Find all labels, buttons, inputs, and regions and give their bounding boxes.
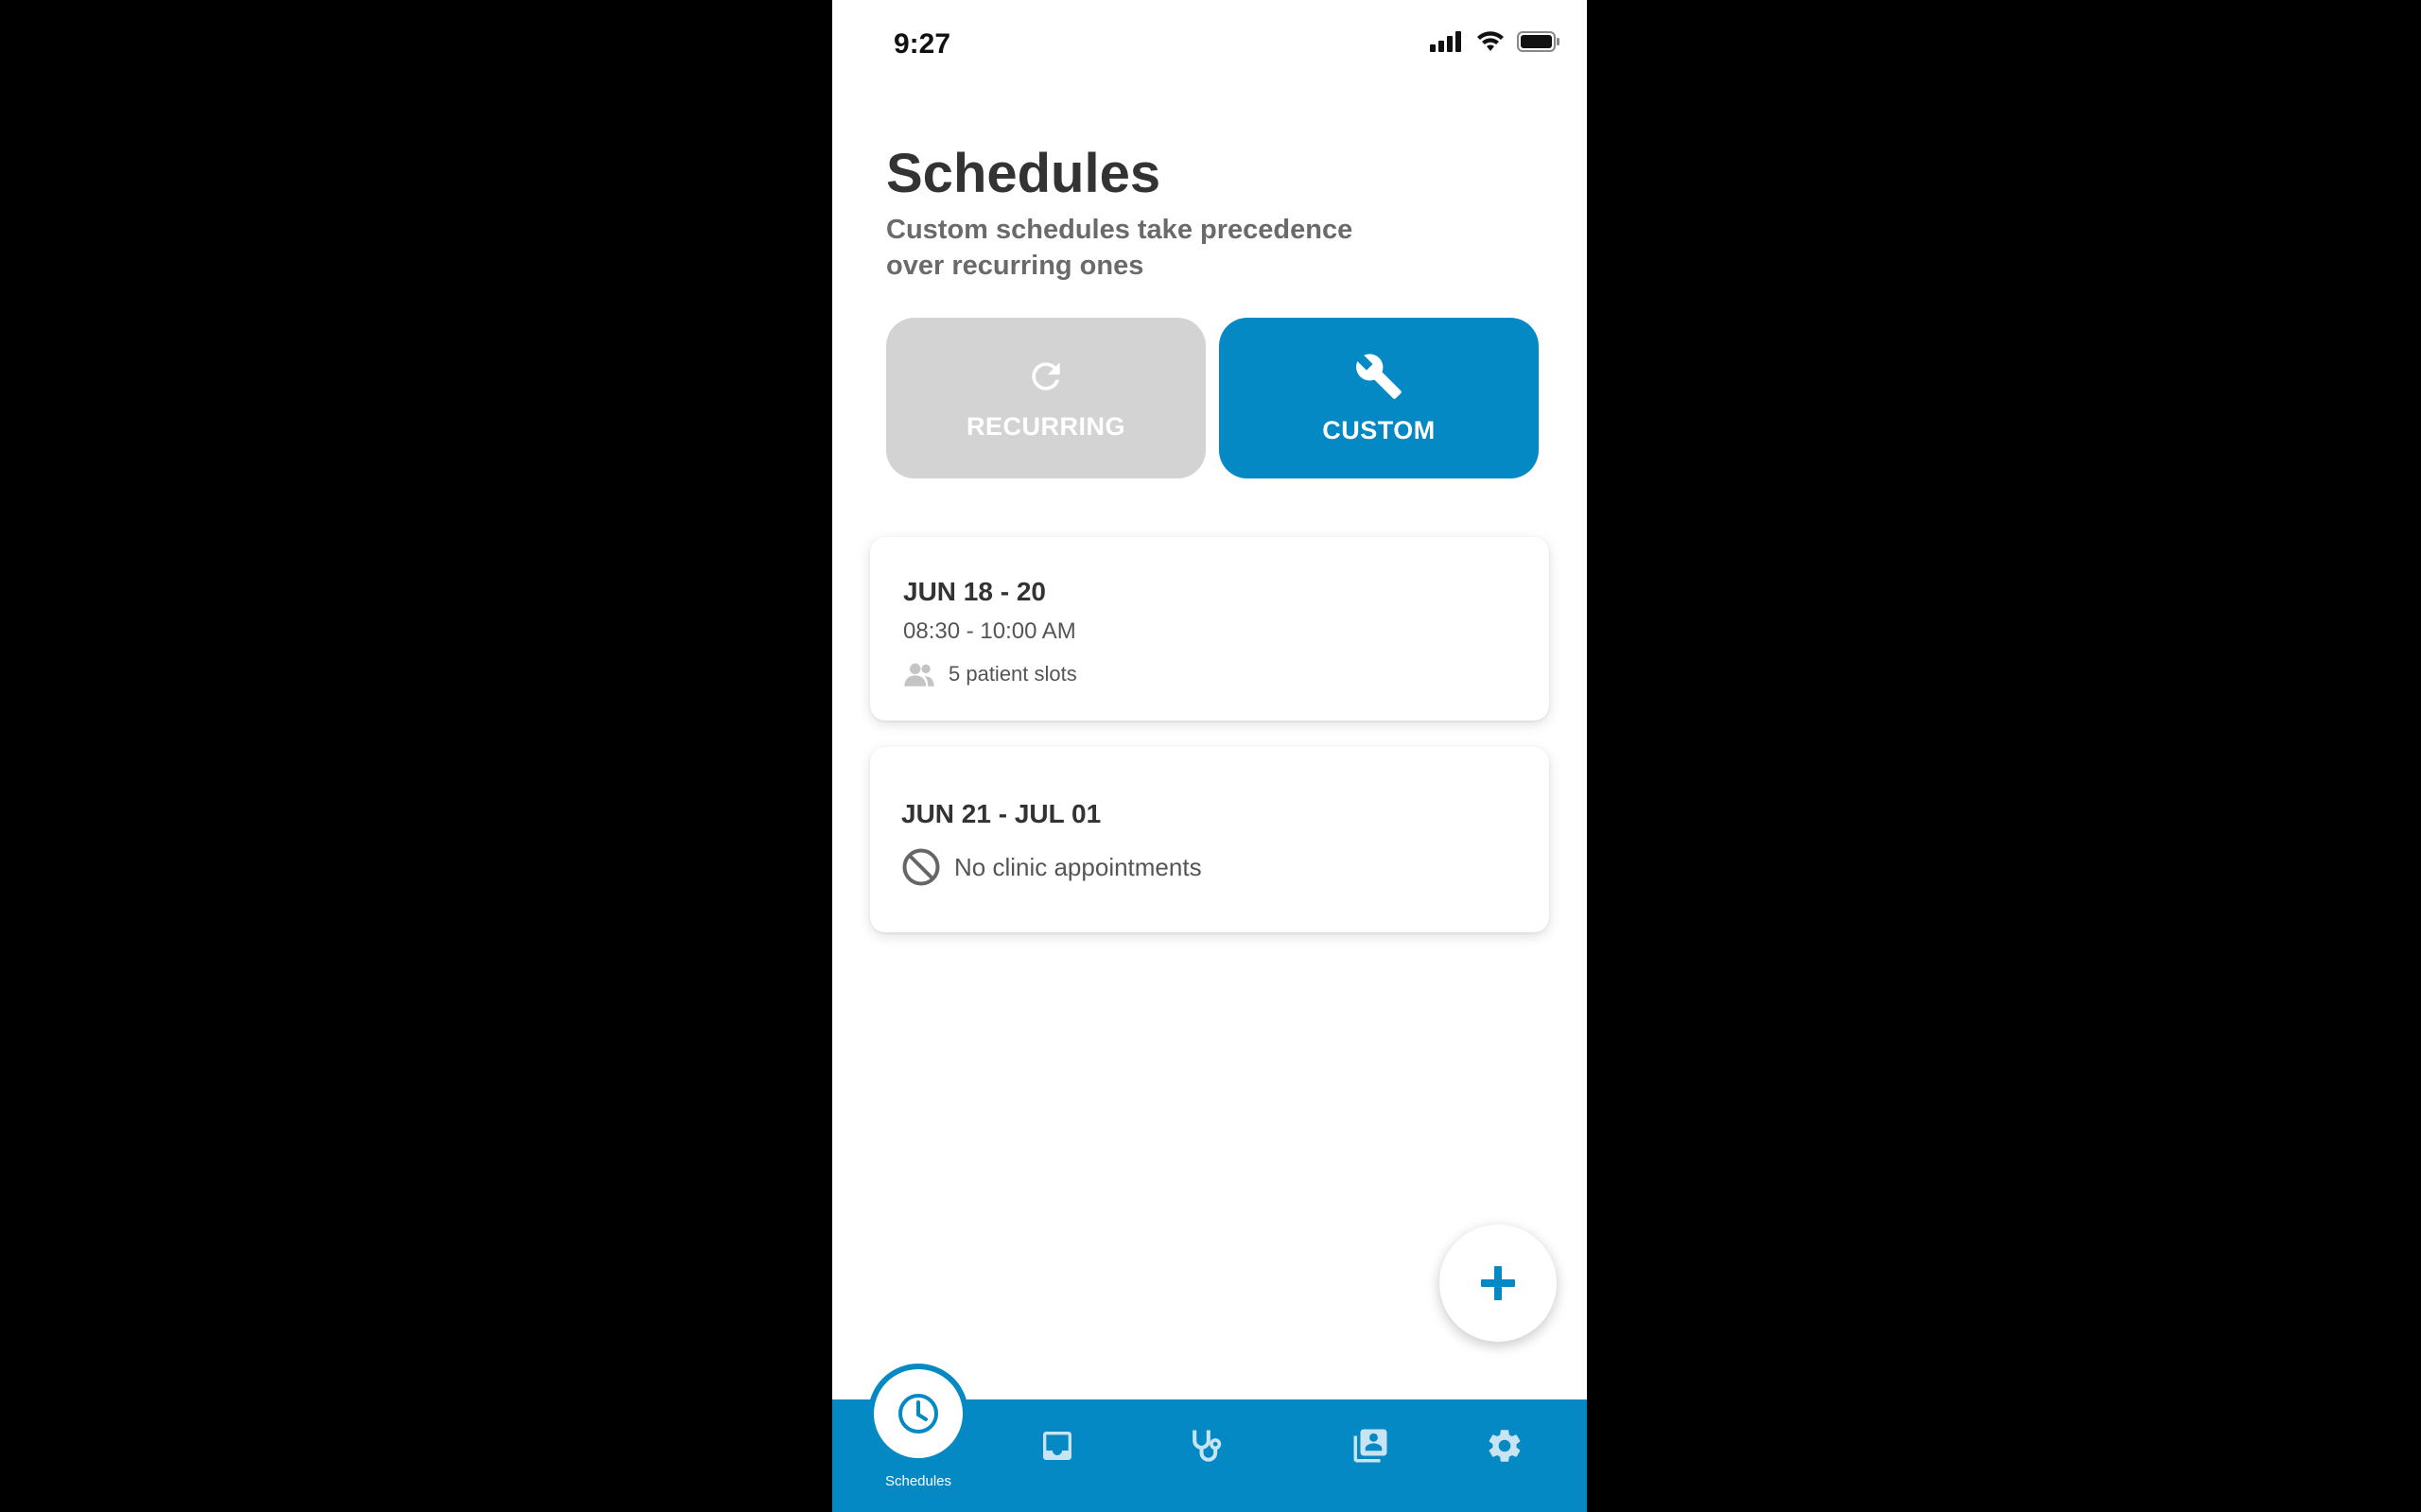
recurring-toggle-button[interactable]: RECURRING [886, 318, 1206, 478]
nav-item-patients[interactable] [1347, 1424, 1394, 1468]
clock-icon [898, 1394, 938, 1434]
phone-screen: 9:27 Schedules Custom schedules take pre… [832, 0, 1587, 1512]
nav-label-schedules: Schedules [884, 1473, 952, 1489]
schedule-time: 08:30 - 10:00 AM [903, 618, 1076, 644]
cellular-signal-icon [1430, 31, 1461, 52]
schedule-date-range: JUN 18 - 20 [903, 577, 1046, 606]
custom-toggle-button[interactable]: CUSTOM [1219, 318, 1539, 478]
schedule-card[interactable]: JUN 21 - JUL 01 No clinic appointments [870, 747, 1549, 932]
block-icon [902, 848, 940, 886]
page-subtitle: Custom schedules take precedence over re… [886, 215, 1353, 281]
status-bar: 9:27 [832, 0, 1587, 95]
recurring-label: RECURRING [966, 411, 1125, 441]
refresh-icon [1032, 361, 1060, 391]
nav-item-inbox[interactable] [1034, 1424, 1081, 1468]
custom-label: CUSTOM [1322, 415, 1436, 444]
nav-item-schedules[interactable] [868, 1364, 968, 1464]
status-icons [1430, 30, 1560, 53]
schedule-card[interactable]: JUN 18 - 20 08:30 - 10:00 AM 5 patient s… [870, 537, 1549, 721]
add-schedule-button[interactable] [1439, 1225, 1557, 1342]
page-title: Schedules [886, 143, 1161, 204]
people-icon [904, 663, 934, 686]
settings-icon [1489, 1430, 1521, 1462]
plus-icon [1481, 1266, 1515, 1300]
no-appointments: No clinic appointments [901, 847, 1202, 887]
wrench-icon [1356, 353, 1402, 399]
no-appointments-label: No clinic appointments [954, 852, 1202, 881]
stethoscope-icon [1193, 1430, 1222, 1462]
inbox-icon [1043, 1432, 1071, 1460]
nav-item-settings[interactable] [1481, 1424, 1528, 1468]
patient-slots-label: 5 patient slots [949, 662, 1077, 686]
wifi-icon [1477, 31, 1504, 51]
nav-item-stethoscope[interactable] [1183, 1424, 1230, 1468]
status-time: 9:27 [894, 28, 951, 60]
patient-slots: 5 patient slots [903, 662, 1077, 686]
battery-icon [1517, 31, 1559, 52]
patients-icon [1353, 1429, 1387, 1463]
schedule-date-range: JUN 21 - JUL 01 [901, 799, 1102, 828]
